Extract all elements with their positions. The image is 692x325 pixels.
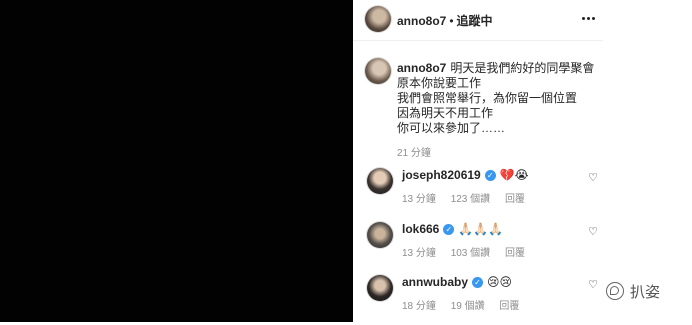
verified-badge-icon: ✓	[443, 223, 455, 235]
comment-meta: 18 分鐘 19 個讚 回覆	[402, 297, 531, 312]
post-caption: anno8o7 明天是我們約好的同學聚會 原本你說要工作 我們會照常舉行，為你留一…	[397, 61, 597, 161]
comment-text-line: annwubaby ✓ 😢😢	[402, 275, 512, 289]
caption-line-4: 因為明天不用工作	[397, 106, 494, 120]
comment-username[interactable]: joseph820619	[402, 168, 481, 182]
comment-text-line: joseph820619 ✓ 💔😭	[402, 168, 529, 182]
reply-button[interactable]: 回覆	[505, 248, 525, 259]
caption-avatar[interactable]	[365, 58, 391, 84]
caption-line-2: 原本你說要工作	[397, 76, 482, 90]
comment-text: 💔😭	[499, 168, 529, 182]
comment-text-line: lok666 ✓ 🙏🏻🙏🏻🙏🏻	[402, 222, 503, 236]
post-side-panel: anno8o7 • 追蹤中 anno8o7 明天是我們約好的同學聚會 原本你說要工作 …	[353, 0, 692, 322]
header-separator: •	[449, 14, 454, 28]
comment-text: 😢😢	[487, 275, 513, 289]
comment-text: 🙏🏻🙏🏻🙏🏻	[458, 222, 504, 236]
comment-likes[interactable]: 19 個讚	[451, 301, 485, 312]
reply-button[interactable]: 回覆	[499, 301, 519, 312]
verified-badge-icon: ✓	[484, 169, 496, 181]
header-line: anno8o7 • 追蹤中	[397, 12, 493, 29]
caption-line-1: anno8o7 明天是我們約好的同學聚會	[397, 61, 595, 75]
commenter-avatar[interactable]	[367, 222, 393, 248]
more-options-icon[interactable]	[579, 11, 597, 25]
caption-username[interactable]: anno8o7	[397, 61, 446, 75]
watermark-text: 扒姿	[630, 283, 661, 301]
heart-outline-icon[interactable]: ♡	[587, 172, 599, 184]
verified-badge-icon: ✓	[472, 276, 484, 288]
watermark: 扒姿	[606, 279, 661, 303]
heart-outline-icon[interactable]: ♡	[587, 226, 599, 238]
watermark-logo-icon	[606, 282, 624, 300]
author-username[interactable]: anno8o7	[397, 14, 446, 28]
post-header: anno8o7 • 追蹤中	[353, 0, 603, 41]
follow-status-button[interactable]: 追蹤中	[457, 14, 493, 28]
reply-button[interactable]: 回覆	[505, 194, 525, 205]
caption-line-3: 我們會照常舉行，為你留一個位置	[397, 91, 578, 105]
caption-time: 21 分鐘	[397, 148, 431, 159]
comment-meta: 13 分鐘 123 個讚 回覆	[402, 190, 537, 205]
comment-item: joseph820619 ✓ 💔😭 13 分鐘 123 個讚 回覆 ♡	[353, 168, 692, 218]
comment-item: lok666 ✓ 🙏🏻🙏🏻🙏🏻 13 分鐘 103 個讚 回覆 ♡	[353, 222, 692, 272]
comment-likes[interactable]: 123 個讚	[451, 194, 490, 205]
commenter-avatar[interactable]	[367, 275, 393, 301]
comment-username[interactable]: lok666	[402, 222, 439, 236]
comment-time[interactable]: 13 分鐘	[402, 194, 436, 205]
comment-likes[interactable]: 103 個讚	[451, 248, 490, 259]
commenter-avatar[interactable]	[367, 168, 393, 194]
comment-time[interactable]: 18 分鐘	[402, 301, 436, 312]
comment-username[interactable]: annwubaby	[402, 275, 468, 289]
comment-time[interactable]: 13 分鐘	[402, 248, 436, 259]
heart-outline-icon[interactable]: ♡	[587, 279, 599, 291]
post-media[interactable]	[0, 0, 353, 322]
comment-meta: 13 分鐘 103 個讚 回覆	[402, 244, 537, 259]
caption-line-5: 你可以來參加了……	[397, 121, 506, 135]
author-avatar[interactable]	[365, 6, 391, 32]
